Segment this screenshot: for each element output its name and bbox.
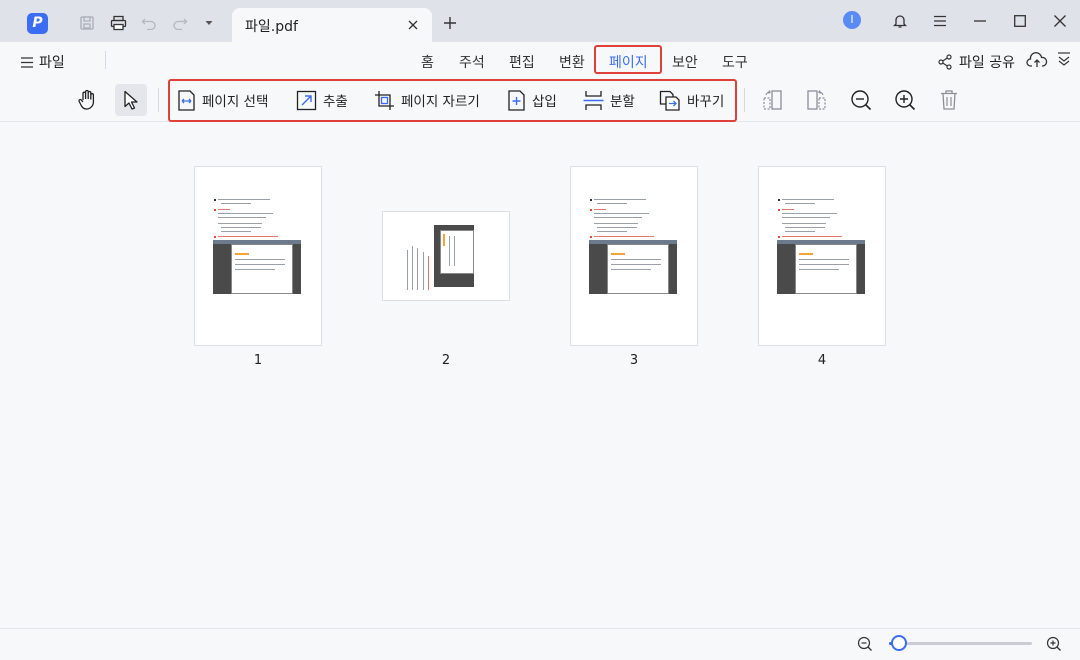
menu-icon[interactable] xyxy=(930,11,950,31)
new-tab-icon[interactable] xyxy=(440,13,460,33)
quick-access-dropdown-icon[interactable] xyxy=(198,12,220,34)
notification-bell-icon[interactable] xyxy=(890,11,910,31)
title-bar: P 파일.pdf I xyxy=(0,0,1080,42)
page-number-3: 3 xyxy=(629,353,639,368)
share-icon xyxy=(938,54,952,70)
tab-edit[interactable]: 편집 xyxy=(509,52,535,72)
zoom-in-icon[interactable] xyxy=(1046,636,1062,652)
crop-icon xyxy=(375,90,394,110)
collapse-ribbon-icon[interactable] xyxy=(1057,51,1073,71)
crop-page-label: 페이지 자르기 xyxy=(401,94,480,110)
split-label: 분할 xyxy=(610,94,635,110)
maximize-icon[interactable] xyxy=(1010,11,1030,31)
select-tool-icon[interactable] xyxy=(115,84,147,116)
zoom-slider-thumb[interactable] xyxy=(891,635,907,651)
insert-button[interactable]: 삽입 xyxy=(507,89,557,111)
file-menu-button[interactable]: 파일 xyxy=(21,52,65,72)
document-tab-title: 파일.pdf xyxy=(245,19,298,35)
delete-page-icon[interactable] xyxy=(933,84,965,116)
tab-convert[interactable]: 변환 xyxy=(559,52,585,72)
extract-button[interactable]: 추출 xyxy=(296,89,348,111)
cloud-upload-icon[interactable] xyxy=(1026,51,1048,71)
page-thumbnail-2[interactable] xyxy=(382,211,510,301)
page-number-4: 4 xyxy=(817,353,827,368)
extract-icon xyxy=(296,90,317,110)
zoom-slider[interactable] xyxy=(889,642,1032,645)
toolbar-separator xyxy=(744,88,745,112)
page-select-label: 페이지 선택 xyxy=(202,94,269,110)
page-thumbnail-4[interactable] xyxy=(758,166,886,346)
zoom-out-icon[interactable] xyxy=(857,636,873,652)
close-tab-icon[interactable] xyxy=(404,16,422,34)
active-tab-highlight xyxy=(594,45,662,74)
hand-tool-icon[interactable] xyxy=(72,84,104,116)
minimize-icon[interactable] xyxy=(970,11,990,31)
document-tab[interactable]: 파일.pdf xyxy=(232,8,432,42)
hamburger-icon xyxy=(21,56,33,68)
tab-security[interactable]: 보안 xyxy=(672,52,698,72)
menu-divider xyxy=(105,51,106,69)
menu-bar: 파일 홈 주석 편집 변환 페이지 보안 도구 파일 공유 xyxy=(0,42,1080,78)
tab-home[interactable]: 홈 xyxy=(421,52,434,72)
file-menu-label: 파일 xyxy=(39,55,65,71)
redo-icon[interactable] xyxy=(169,12,191,34)
split-button[interactable]: 분할 xyxy=(583,89,635,111)
zoom-out-page-icon[interactable] xyxy=(845,84,877,116)
page-select-button[interactable]: 페이지 선택 xyxy=(177,89,268,111)
replace-icon xyxy=(659,90,680,111)
undo-icon[interactable] xyxy=(138,12,160,34)
user-avatar[interactable]: I xyxy=(843,11,861,29)
save-icon[interactable] xyxy=(76,12,98,34)
extract-label: 추출 xyxy=(323,94,348,110)
print-icon[interactable] xyxy=(107,12,129,34)
toolbar-separator xyxy=(158,88,159,112)
replace-button[interactable]: 바꾸기 xyxy=(659,89,724,111)
page-thumbnail-1[interactable] xyxy=(194,166,322,346)
rotate-right-icon[interactable] xyxy=(800,84,832,116)
page-number-2: 2 xyxy=(441,353,451,368)
app-logo[interactable]: P xyxy=(27,13,48,34)
close-window-icon[interactable] xyxy=(1050,11,1070,31)
status-bar xyxy=(0,628,1080,660)
page-thumbnail-3[interactable] xyxy=(570,166,698,346)
share-file-label: 파일 공유 xyxy=(959,55,1015,71)
tab-comment[interactable]: 주석 xyxy=(459,52,485,72)
rotate-left-icon[interactable] xyxy=(757,84,789,116)
split-icon xyxy=(583,90,604,110)
page-select-icon xyxy=(178,89,195,111)
replace-label: 바꾸기 xyxy=(687,94,725,110)
share-file-button[interactable]: 파일 공유 xyxy=(937,52,1015,72)
zoom-in-page-icon[interactable] xyxy=(889,84,921,116)
page-number-1: 1 xyxy=(253,353,263,368)
tab-tools[interactable]: 도구 xyxy=(722,52,748,72)
insert-label: 삽입 xyxy=(532,94,557,110)
crop-page-button[interactable]: 페이지 자르기 xyxy=(374,89,480,111)
insert-icon xyxy=(508,89,525,111)
